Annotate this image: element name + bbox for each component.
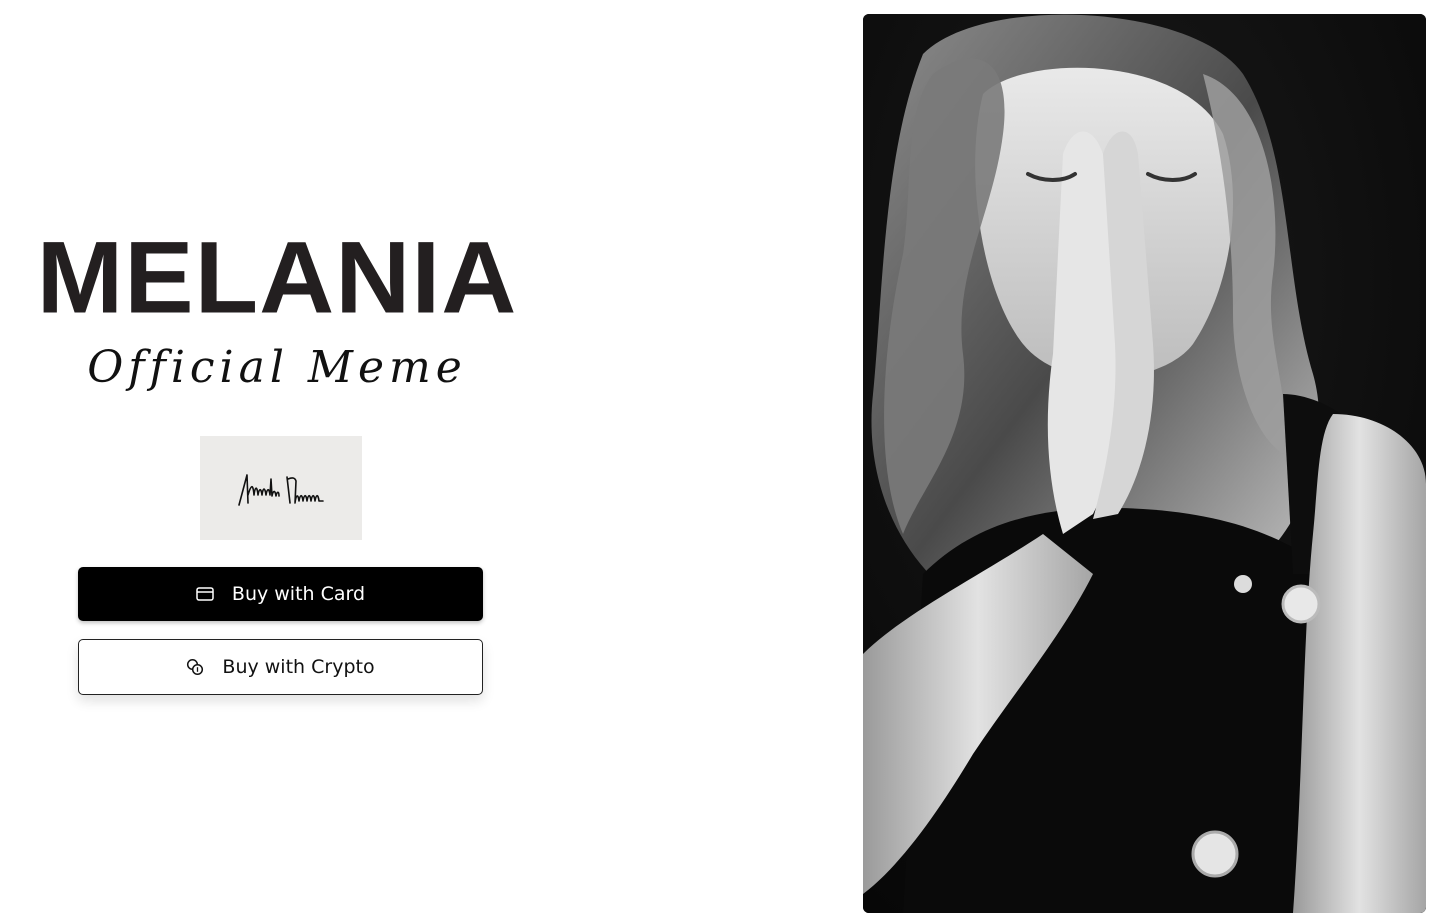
page: MELANIA Official Meme Buy with Card Buy … [0, 0, 1438, 922]
buy-with-crypto-label: Buy with Crypto [222, 656, 375, 678]
buy-with-card-label: Buy with Card [231, 583, 366, 605]
signature-image [200, 436, 362, 540]
portrait-illustration [863, 14, 1426, 913]
hero-panel: MELANIA Official Meme Buy with Card Buy … [0, 0, 560, 922]
buy-with-card-button[interactable]: Buy with Card [78, 567, 483, 621]
brand-title: MELANIA [36, 221, 518, 335]
portrait-photo [863, 14, 1426, 913]
signature-graphic [238, 474, 324, 506]
brand-subtitle: Official Meme [87, 342, 467, 393]
coins-icon [186, 658, 204, 676]
buy-with-crypto-button[interactable]: Buy with Crypto [78, 639, 483, 695]
credit-card-icon [196, 585, 214, 603]
